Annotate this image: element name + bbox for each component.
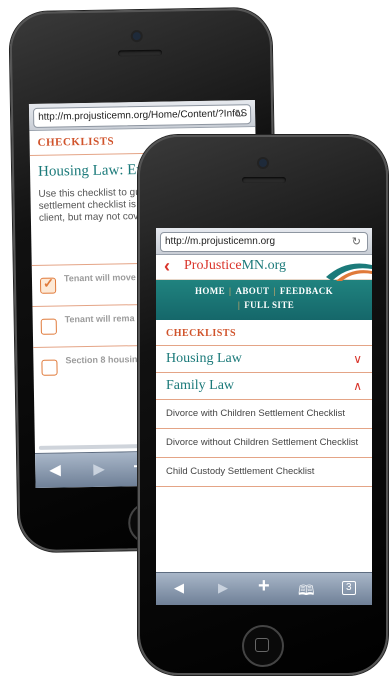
checkbox[interactable] xyxy=(41,359,58,376)
nav-feedback[interactable]: FEEDBACK xyxy=(280,286,333,296)
accordion-housing-law[interactable]: Housing Law ∨ xyxy=(156,346,372,373)
camera xyxy=(259,159,267,167)
site-logo[interactable]: ProJusticeMN.org xyxy=(184,258,286,274)
forward-icon[interactable]: ▶ xyxy=(93,460,105,478)
front-phone: http://m.projusticemn.org ↻ ‹ ProJustice… xyxy=(138,135,388,675)
url-field[interactable]: http://m.projusticemn.org ↻ xyxy=(160,232,368,252)
checkbox-checked[interactable]: ✓ xyxy=(39,275,57,294)
nav-separator: | xyxy=(237,300,241,310)
back-arrow-icon[interactable]: ‹ xyxy=(164,256,170,277)
bookmarks-icon[interactable]: 🕮 xyxy=(298,580,315,604)
speaker xyxy=(117,49,163,57)
url-text: http://m.projusticemn.org/Home/Content/?… xyxy=(38,108,248,123)
list-item[interactable]: Divorce with Children Settlement Checkli… xyxy=(156,400,372,429)
nav-separator: | xyxy=(273,286,276,296)
logo-mn: MN.org xyxy=(241,258,287,273)
front-screen: http://m.projusticemn.org ↻ ‹ ProJustice… xyxy=(156,228,372,605)
horizontal-scrollbar[interactable] xyxy=(38,444,141,450)
url-bar: http://m.projusticemn.org/Home/Content/?… xyxy=(28,100,256,131)
url-field[interactable]: http://m.projusticemn.org/Home/Content/?… xyxy=(32,104,252,128)
site-nav: HOME | ABOUT | FEEDBACK | FULL SITE xyxy=(156,280,372,320)
logo-swoosh-icon xyxy=(326,263,372,281)
nav-separator: | xyxy=(229,286,232,296)
reload-icon[interactable]: ↻ xyxy=(235,105,245,123)
chevron-down-icon: ∨ xyxy=(353,352,362,366)
back-icon[interactable]: ◀ xyxy=(49,460,61,478)
url-text: http://m.projusticemn.org xyxy=(165,236,276,247)
tabs-icon[interactable]: 3 xyxy=(342,581,356,595)
url-bar: http://m.projusticemn.org ↻ xyxy=(156,228,372,255)
nav-full-site[interactable]: FULL SITE xyxy=(244,300,294,310)
tabs-count: 3 xyxy=(346,582,352,593)
home-button[interactable] xyxy=(242,625,284,667)
speaker xyxy=(242,177,286,183)
accordion-label: Housing Law xyxy=(166,351,242,366)
forward-icon[interactable]: ▶ xyxy=(218,580,228,596)
checkbox[interactable] xyxy=(40,318,57,335)
nav-about[interactable]: ABOUT xyxy=(235,286,269,296)
back-icon[interactable]: ◀ xyxy=(174,580,184,596)
add-icon[interactable]: + xyxy=(258,575,270,598)
reload-icon[interactable]: ↻ xyxy=(352,233,361,251)
accordion-label: Family Law xyxy=(166,378,235,393)
logo-pro: Pro xyxy=(184,258,204,273)
logo-justice: Justice xyxy=(203,258,242,273)
camera xyxy=(132,32,141,41)
nav-home[interactable]: HOME xyxy=(195,286,225,296)
list-item[interactable]: Child Custody Settlement Checklist xyxy=(156,458,372,487)
section-title: CHECKLISTS xyxy=(156,320,372,346)
site-header: ‹ ProJusticeMN.org xyxy=(156,255,372,281)
accordion-family-law[interactable]: Family Law ∧ xyxy=(156,373,372,400)
list-item[interactable]: Divorce without Children Settlement Chec… xyxy=(156,429,372,458)
chevron-up-icon: ∧ xyxy=(353,379,362,393)
browser-toolbar: ◀ ▶ + 🕮 3 xyxy=(156,572,372,605)
checkmark-icon: ✓ xyxy=(42,275,55,291)
